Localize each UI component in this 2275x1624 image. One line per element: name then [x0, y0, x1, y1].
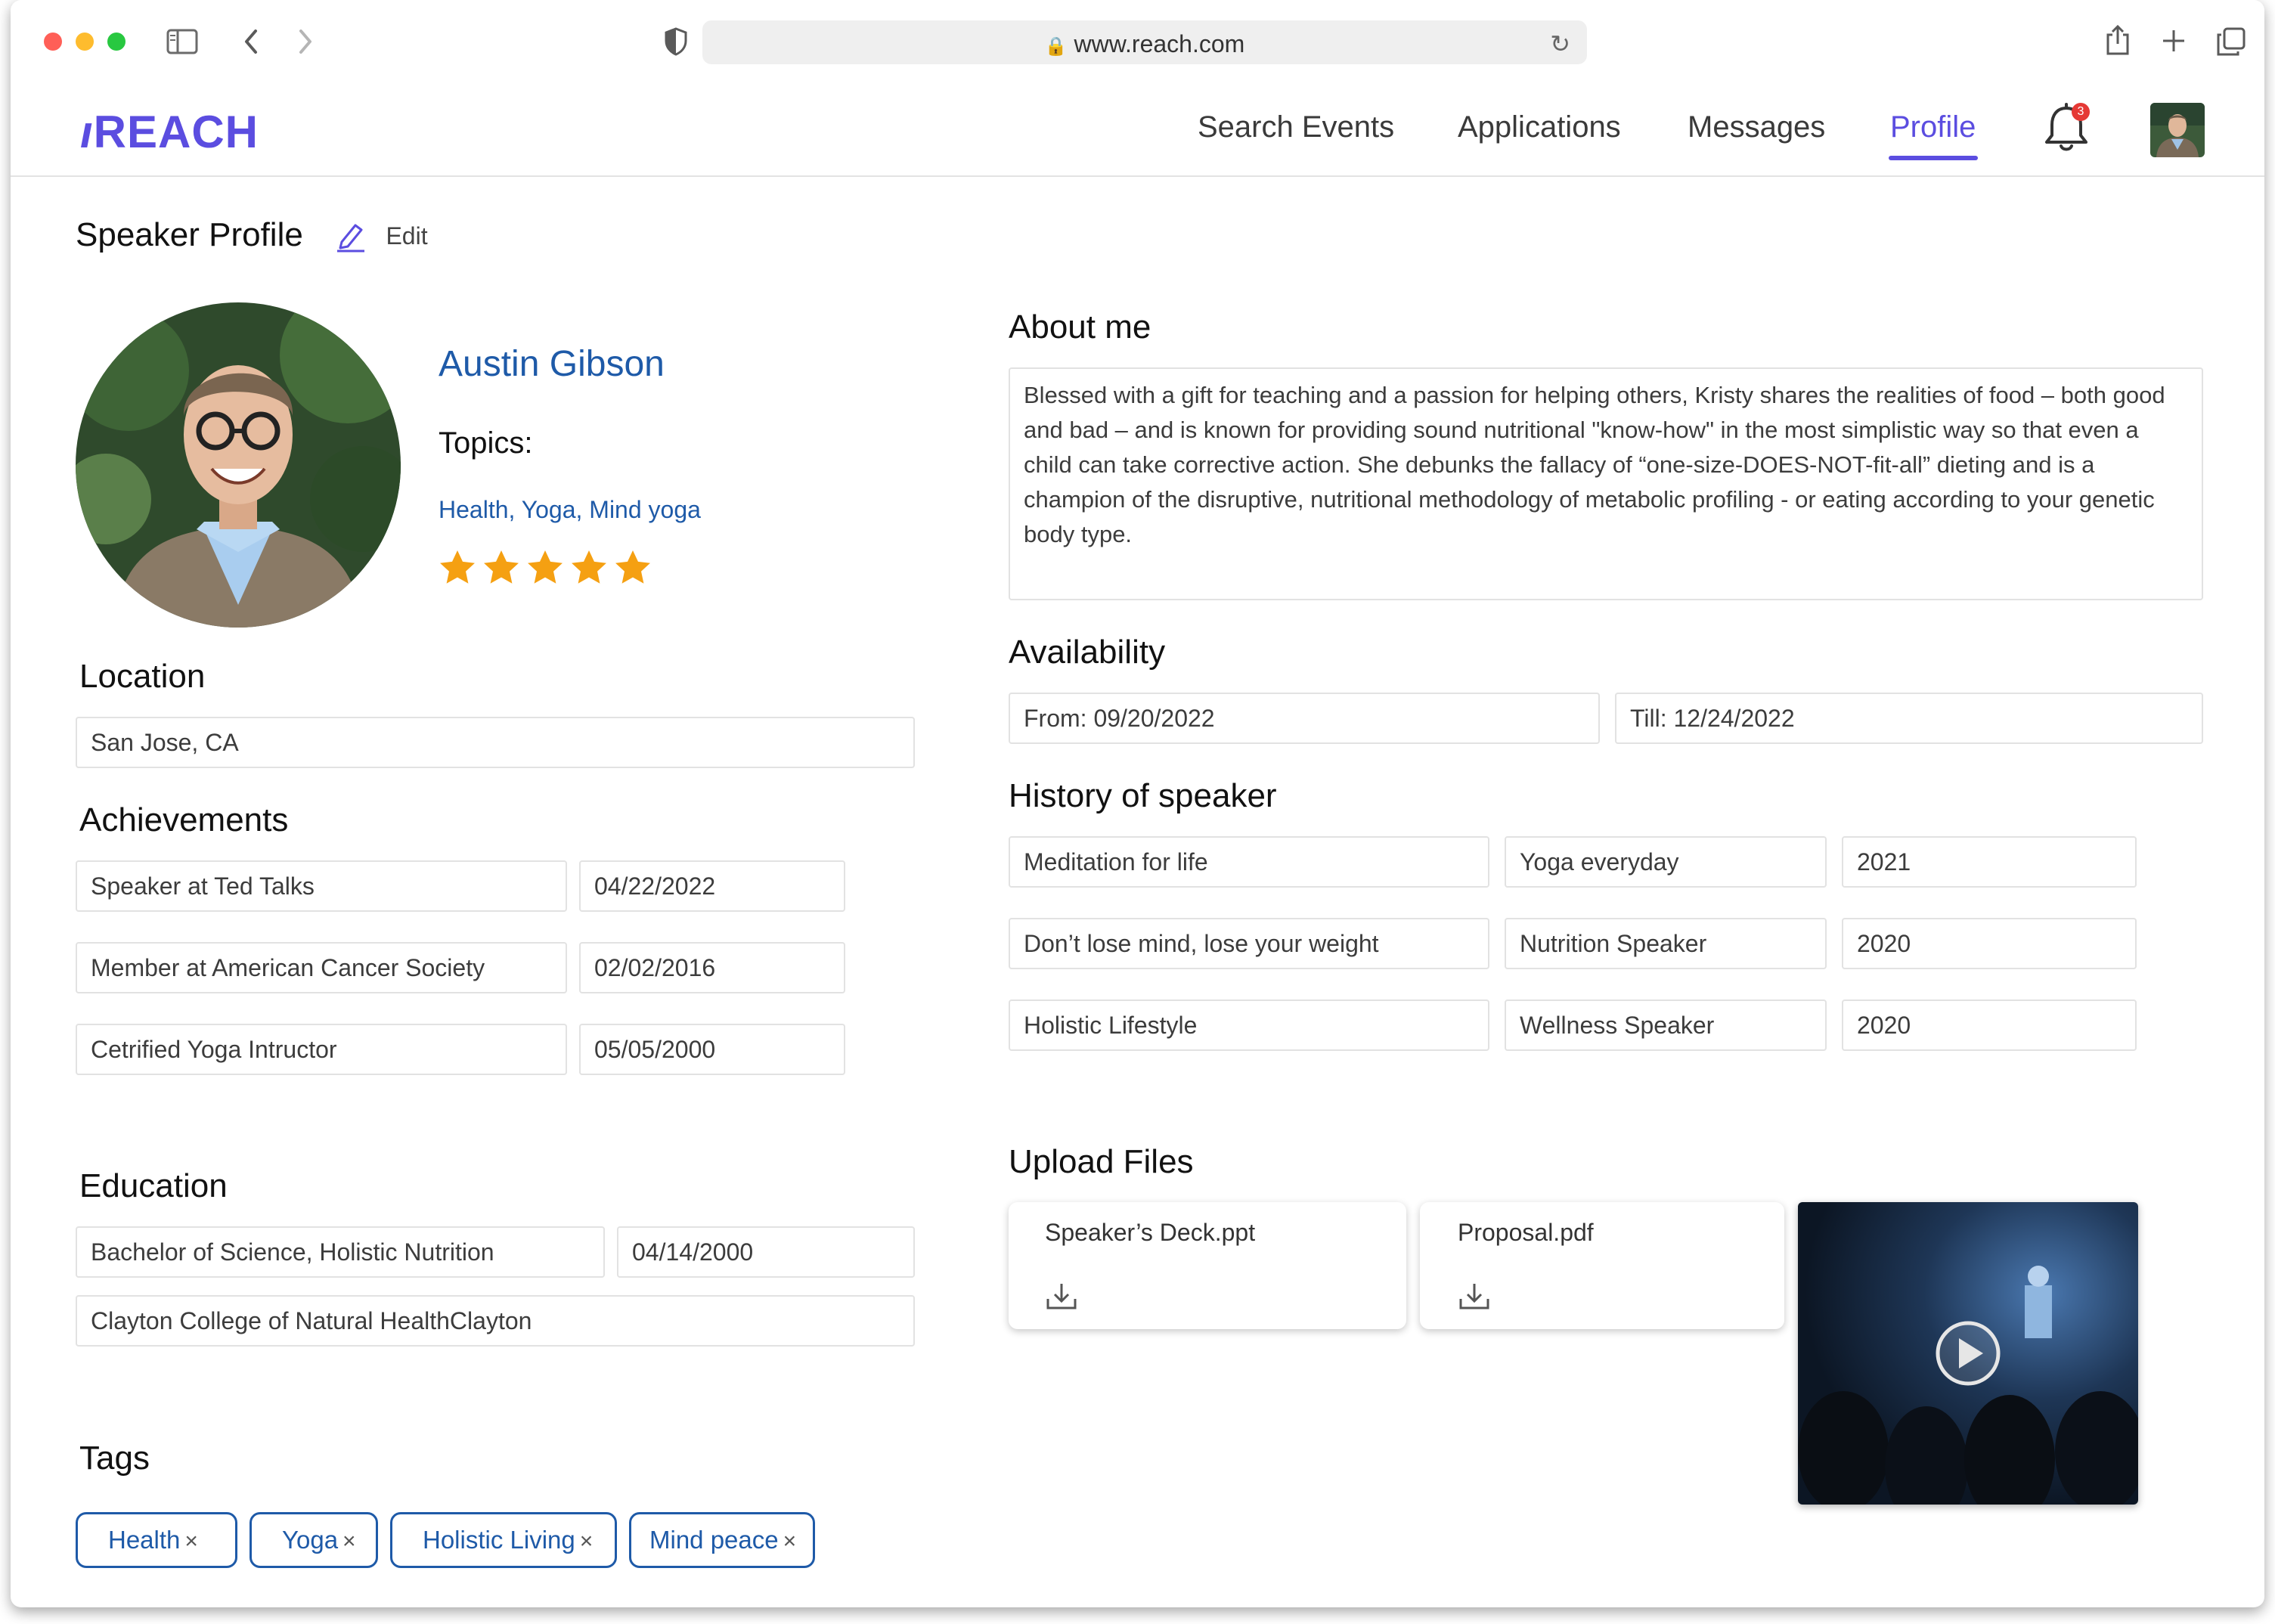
reload-icon[interactable]: ↻ — [1550, 29, 1570, 58]
topics-value: Health, Yoga, Mind yoga — [439, 496, 701, 523]
file-card[interactable]: Proposal.pdf — [1420, 1202, 1784, 1329]
nav-applications[interactable]: Applications — [1458, 110, 1621, 144]
browser-window: 🔒 www.reach.com ↻ ıREACH Search Events A… — [11, 0, 2264, 1607]
history-year-field[interactable]: 2020 — [1842, 1000, 2137, 1051]
forward-icon[interactable] — [296, 28, 315, 55]
tabs-icon[interactable] — [2217, 27, 2246, 56]
history-role-field[interactable]: Nutrition Speaker — [1505, 918, 1827, 969]
speaker-portrait-icon — [76, 302, 401, 628]
nav-search-events[interactable]: Search Events — [1198, 110, 1394, 144]
download-icon[interactable] — [1045, 1281, 1078, 1311]
education-school-field[interactable]: Clayton College of Natural HealthClayton — [76, 1295, 915, 1347]
share-icon[interactable] — [2105, 24, 2131, 56]
user-photo-icon — [2150, 103, 2205, 157]
about-title: About me — [1009, 308, 1151, 346]
speaker-name: Austin Gibson — [439, 344, 665, 384]
tag-holistic-living[interactable]: Holistic Living × — [390, 1512, 617, 1568]
download-icon[interactable] — [1458, 1281, 1491, 1311]
minimize-window-button[interactable] — [76, 33, 94, 51]
achievement-name-field[interactable]: Cetrified Yoga Intructor — [76, 1024, 567, 1075]
star-icon — [440, 550, 475, 584]
star-icon — [615, 550, 650, 584]
lock-icon: 🔒 — [1044, 36, 1068, 57]
achievement-date-field[interactable]: 05/05/2000 — [579, 1024, 845, 1075]
notification-badge: 3 — [2072, 103, 2090, 121]
sidebar-icon[interactable] — [166, 29, 198, 54]
nav-messages[interactable]: Messages — [1688, 110, 1825, 144]
tag-label: Yoga — [282, 1526, 339, 1554]
education-title: Education — [79, 1167, 228, 1204]
url-value: www.reach.com — [1074, 30, 1245, 57]
remove-tag-icon[interactable]: × — [580, 1529, 594, 1554]
history-year-field[interactable]: 2020 — [1842, 918, 2137, 969]
tag-yoga[interactable]: Yoga × — [250, 1512, 378, 1568]
pencil-icon — [337, 224, 364, 253]
tag-mind-peace[interactable]: Mind peace × — [629, 1512, 815, 1568]
nav-profile[interactable]: Profile — [1890, 110, 1976, 144]
availability-title: Availability — [1009, 634, 1166, 671]
achievement-date-field[interactable]: 04/22/2022 — [579, 860, 845, 912]
history-year-field[interactable]: 2021 — [1842, 836, 2137, 888]
history-role-field[interactable]: Yoga everyday — [1505, 836, 1827, 888]
browser-toolbar: 🔒 www.reach.com ↻ — [11, 0, 2264, 85]
remove-tag-icon[interactable]: × — [783, 1529, 797, 1554]
file-name: Proposal.pdf — [1458, 1219, 1594, 1246]
close-window-button[interactable] — [44, 33, 62, 51]
about-text-area[interactable]: Blessed with a gift for teaching and a p… — [1009, 367, 2203, 600]
upload-files-title: Upload Files — [1009, 1143, 1194, 1180]
star-rating — [437, 547, 656, 592]
logo-mark-icon: ı — [80, 107, 94, 157]
achievement-name-field[interactable]: Speaker at Ted Talks — [76, 860, 567, 912]
file-name: Speaker’s Deck.ppt — [1045, 1219, 1256, 1246]
url-text: 🔒 www.reach.com — [702, 30, 1587, 58]
achievement-date-field[interactable]: 02/02/2016 — [579, 942, 845, 993]
new-tab-icon[interactable] — [2162, 29, 2186, 53]
edit-label: Edit — [386, 222, 428, 249]
star-icon — [572, 550, 606, 584]
tags-title: Tags — [79, 1440, 150, 1477]
education-degree-field[interactable]: Bachelor of Science, Holistic Nutrition — [76, 1226, 605, 1278]
logo-text: REACH — [93, 107, 259, 157]
tag-label: Health — [108, 1526, 181, 1554]
remove-tag-icon[interactable]: × — [342, 1529, 356, 1554]
tag-health[interactable]: Health × — [76, 1512, 237, 1568]
availability-till-field[interactable]: Till: 12/24/2022 — [1615, 693, 2203, 744]
file-card[interactable]: Speaker’s Deck.ppt — [1009, 1202, 1406, 1329]
avatar[interactable] — [2150, 103, 2205, 157]
video-thumbnail[interactable] — [1798, 1202, 2138, 1505]
topics-label: Topics: — [439, 426, 533, 460]
shield-icon[interactable] — [664, 27, 688, 56]
reach-logo[interactable]: ıREACH — [80, 106, 259, 158]
history-role-field[interactable]: Wellness Speaker — [1505, 1000, 1827, 1051]
edit-profile-button[interactable]: Edit — [334, 219, 428, 253]
location-title: Location — [79, 658, 206, 695]
page-title: Speaker Profile — [76, 216, 303, 253]
remove-tag-icon[interactable]: × — [184, 1529, 198, 1554]
availability-from-field[interactable]: From: 09/20/2022 — [1009, 693, 1600, 744]
play-icon[interactable] — [1938, 1323, 1998, 1384]
address-bar[interactable]: 🔒 www.reach.com ↻ — [702, 20, 1587, 64]
history-event-field[interactable]: Holistic Lifestyle — [1009, 1000, 1489, 1051]
history-event-field[interactable]: Meditation for life — [1009, 836, 1489, 888]
tag-label: Holistic Living — [423, 1526, 575, 1554]
education-date-field[interactable]: 04/14/2000 — [617, 1226, 915, 1278]
tag-label: Mind peace — [649, 1526, 779, 1554]
star-icon — [484, 550, 519, 584]
back-icon[interactable] — [242, 28, 260, 55]
history-title: History of speaker — [1009, 777, 1277, 814]
app-header: ıREACH Search Events Applications Messag… — [11, 83, 2264, 177]
profile-photo — [76, 302, 401, 628]
achievements-title: Achievements — [79, 801, 289, 838]
star-icon — [528, 550, 563, 584]
zoom-window-button[interactable] — [107, 33, 126, 51]
location-field[interactable]: San Jose, CA — [76, 717, 915, 768]
active-nav-indicator — [1889, 156, 1978, 160]
history-event-field[interactable]: Don’t lose mind, lose your weight — [1009, 918, 1489, 969]
achievement-name-field[interactable]: Member at American Cancer Society — [76, 942, 567, 993]
